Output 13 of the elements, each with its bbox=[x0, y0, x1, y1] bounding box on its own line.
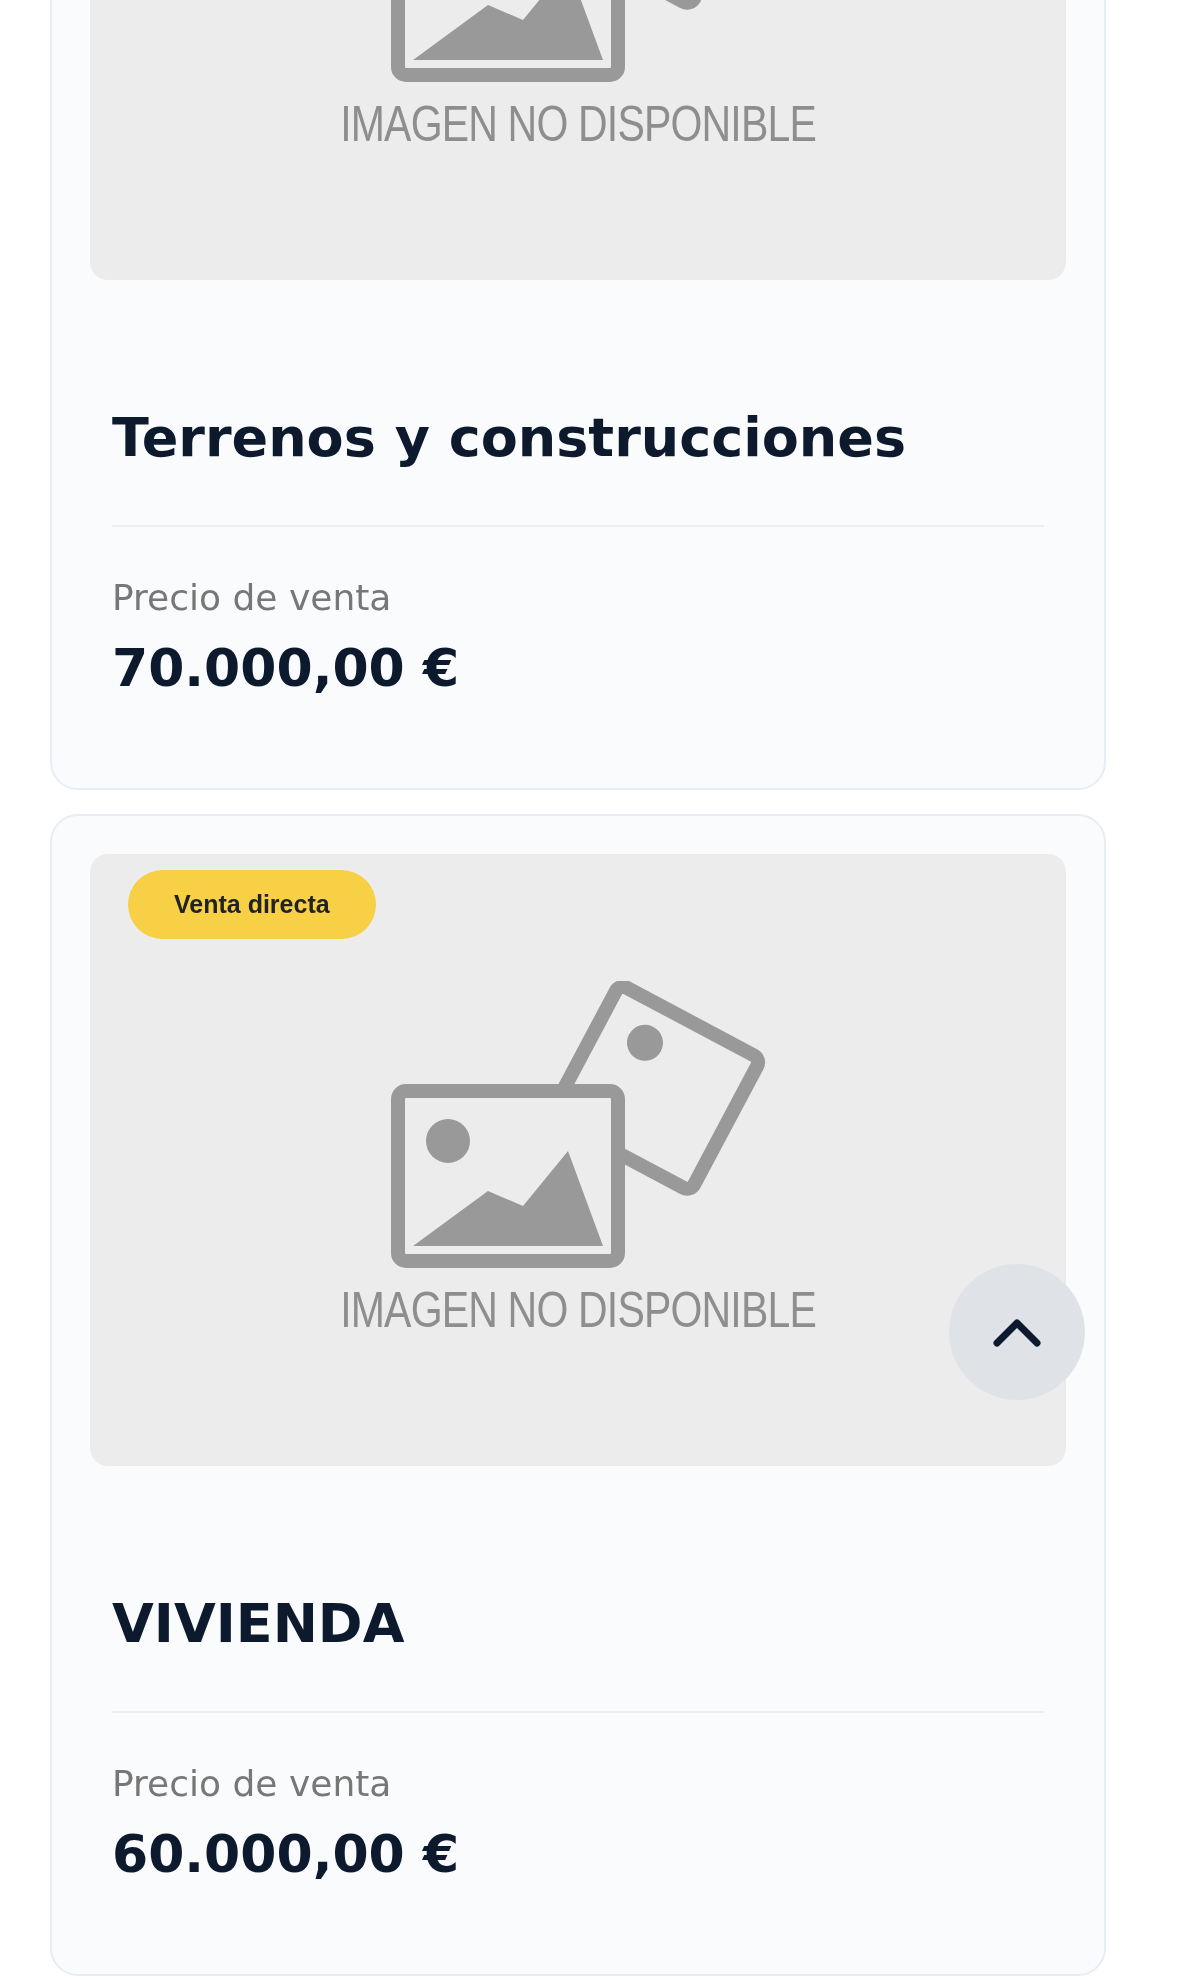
image-unavailable-text: IMAGEN NO DISPONIBLE bbox=[340, 95, 816, 153]
listing-title: VIVIENDA bbox=[112, 1592, 406, 1655]
listing-card[interactable]: IMAGEN NO DISPONIBLE Terrenos y construcciones Precio de venta 70.000,00 € bbox=[50, 0, 1106, 790]
price-value: 70.000,00 € bbox=[112, 638, 461, 698]
price-value: 60.000,00 € bbox=[112, 1824, 461, 1884]
image-placeholder-icon bbox=[388, 981, 768, 1271]
price-label: Precio de venta bbox=[112, 1763, 393, 1804]
listing-title: Terrenos y construcciones bbox=[112, 406, 908, 469]
image-unavailable-text: IMAGEN NO DISPONIBLE bbox=[340, 1281, 816, 1339]
listing-card[interactable]: Venta directa IMAGEN NO DISPONIBLE VIVIENDA Precio de venta 60.000,00 € bbox=[50, 814, 1106, 1976]
price-label: Precio de venta bbox=[112, 577, 393, 618]
listing-tag: Venta directa bbox=[128, 870, 376, 939]
chevron-up-icon bbox=[992, 1317, 1042, 1347]
